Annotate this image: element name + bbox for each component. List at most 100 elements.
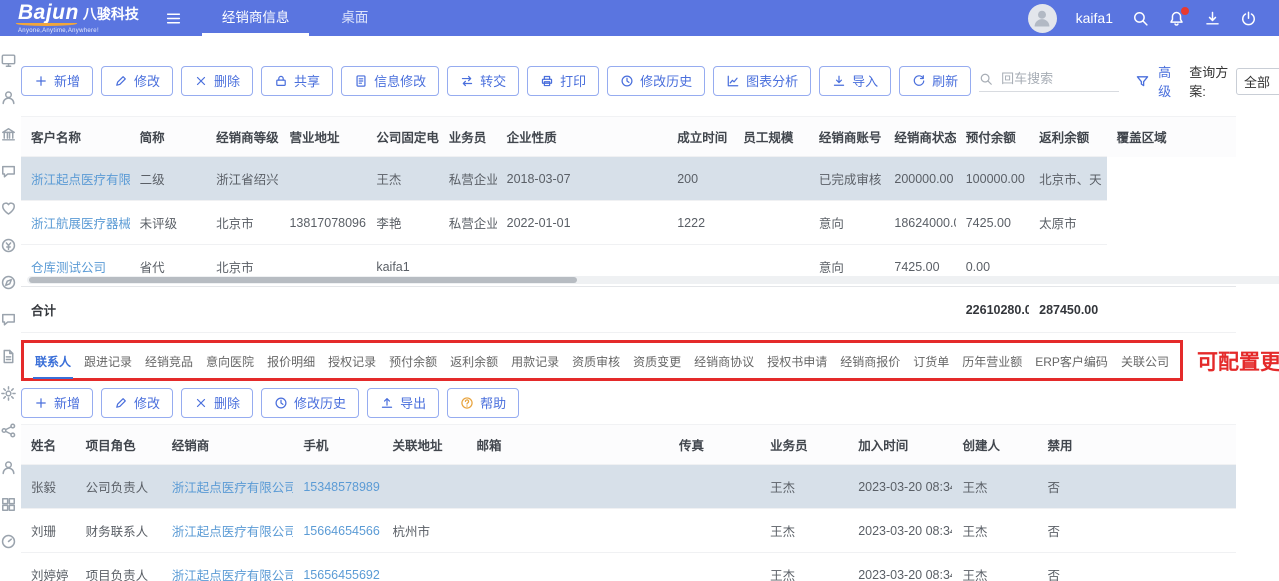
nav-tab-dealer-info[interactable]: 经销商信息: [196, 0, 316, 36]
query-scheme-select[interactable]: 全部: [1236, 68, 1279, 95]
column-header[interactable]: 客户名称: [21, 117, 130, 157]
contact-delete-button[interactable]: 删除: [181, 388, 253, 418]
power-icon[interactable]: [1240, 10, 1257, 27]
import-button[interactable]: 导入: [819, 66, 891, 96]
nav-tab-desktop[interactable]: 桌面: [315, 0, 394, 36]
column-header[interactable]: 经销商状态: [884, 117, 955, 157]
table-row[interactable]: 浙江航展医疗器械有限...未评级北京市13817078096李艳私营企业2022…: [21, 201, 1236, 245]
settings-icon[interactable]: [0, 385, 17, 402]
cell-link[interactable]: 浙江起点医疗有限公司: [31, 173, 130, 187]
cell-link[interactable]: 15348578989: [303, 480, 379, 494]
column-header[interactable]: 企业性质: [497, 117, 668, 157]
search-input[interactable]: [999, 70, 1119, 87]
explore-icon[interactable]: [0, 274, 17, 291]
history-button[interactable]: 修改历史: [607, 66, 705, 96]
detail-tab[interactable]: 关联公司: [1119, 343, 1171, 379]
detail-tab[interactable]: 资质审核: [570, 343, 622, 379]
detail-tab[interactable]: 历年营业额: [960, 343, 1024, 379]
column-header[interactable]: 经销商账号: [809, 117, 884, 157]
document-icon[interactable]: [0, 348, 17, 365]
export-button[interactable]: 导出: [367, 388, 439, 418]
column-header[interactable]: 覆盖区域: [1107, 117, 1236, 157]
column-header[interactable]: 传真: [669, 425, 760, 465]
download-icon[interactable]: [1204, 10, 1221, 27]
detail-tab[interactable]: 授权书申请: [765, 343, 829, 379]
cell-link[interactable]: 15656455692: [303, 568, 379, 581]
cell-link[interactable]: 浙江起点医疗有限公司: [172, 569, 294, 581]
detail-tab[interactable]: 经销商协议: [692, 343, 756, 379]
chart-analysis-button[interactable]: 图表分析: [713, 66, 811, 96]
column-header[interactable]: 创建人: [952, 425, 1037, 465]
message-icon[interactable]: [0, 163, 17, 180]
cell-link[interactable]: 浙江航展医疗器械有限...: [31, 217, 130, 231]
detail-tab[interactable]: 用款记录: [509, 343, 561, 379]
transfer-button[interactable]: 转交: [447, 66, 519, 96]
column-header[interactable]: 邮箱: [466, 425, 669, 465]
column-header[interactable]: 成立时间: [667, 117, 733, 157]
add-button[interactable]: 新增: [21, 66, 93, 96]
detail-tab[interactable]: 预付余额: [387, 343, 439, 379]
dealer-table-hscrollbar[interactable]: [29, 277, 577, 283]
column-header[interactable]: 经销商等级: [206, 117, 279, 157]
detail-tab[interactable]: 联系人: [33, 343, 73, 379]
detail-tab[interactable]: ERP客户编码: [1033, 343, 1110, 379]
refresh-button[interactable]: 刷新: [899, 66, 971, 96]
column-header[interactable]: 姓名: [21, 425, 76, 465]
column-header[interactable]: 员工规模: [733, 117, 808, 157]
column-header[interactable]: 业务员: [439, 117, 497, 157]
user-icon[interactable]: [0, 459, 17, 476]
filter-icon[interactable]: [1135, 74, 1150, 89]
detail-tab[interactable]: 报价明细: [265, 343, 317, 379]
cell-link[interactable]: 浙江起点医疗有限公司: [172, 481, 294, 495]
column-header[interactable]: 关联地址: [382, 425, 466, 465]
share-icon[interactable]: [0, 422, 17, 439]
contact-add-button[interactable]: 新增: [21, 388, 93, 418]
notifications-icon[interactable]: [1168, 10, 1185, 27]
column-header[interactable]: 简称: [130, 117, 207, 157]
column-header[interactable]: 手机: [293, 425, 382, 465]
apps-icon[interactable]: [0, 496, 17, 513]
column-header[interactable]: 营业地址: [279, 117, 366, 157]
column-header[interactable]: 公司固定电话: [366, 117, 438, 157]
detail-tab[interactable]: 订货单: [911, 343, 951, 379]
edit-button[interactable]: 修改: [101, 66, 173, 96]
contacts-icon[interactable]: [0, 89, 17, 106]
detail-tab[interactable]: 经销商报价: [838, 343, 902, 379]
favorites-icon[interactable]: [0, 200, 17, 217]
detail-tab[interactable]: 授权记录: [326, 343, 378, 379]
dashboard-icon[interactable]: [0, 533, 17, 550]
chat-icon[interactable]: [0, 311, 17, 328]
finance-icon[interactable]: [0, 237, 17, 254]
cell-link[interactable]: 仓库测试公司: [31, 261, 106, 275]
contact-history-button[interactable]: 修改历史: [261, 388, 359, 418]
delete-button[interactable]: 删除: [181, 66, 253, 96]
detail-tab[interactable]: 资质变更: [631, 343, 683, 379]
help-button[interactable]: 帮助: [447, 388, 519, 418]
column-header[interactable]: 项目角色: [76, 425, 162, 465]
column-header[interactable]: 加入时间: [848, 425, 952, 465]
desktop-icon[interactable]: [0, 52, 17, 69]
table-row[interactable]: 刘珊财务联系人浙江起点医疗有限公司15664654566杭州市王杰2023-03…: [21, 509, 1236, 553]
detail-tab[interactable]: 意向医院: [204, 343, 256, 379]
column-header[interactable]: 返利余额: [1029, 117, 1107, 157]
table-row[interactable]: 浙江起点医疗有限公司二级浙江省绍兴市王杰私营企业2018-03-07200已完成…: [21, 157, 1236, 201]
avatar[interactable]: [1028, 4, 1057, 33]
share-button[interactable]: 共享: [261, 66, 333, 96]
menu-icon[interactable]: [165, 10, 182, 27]
cell-link[interactable]: 15664654566: [303, 524, 379, 538]
table-row[interactable]: 张毅公司负责人浙江起点医疗有限公司15348578989王杰2023-03-20…: [21, 465, 1236, 509]
detail-tab[interactable]: 跟进记录: [82, 343, 134, 379]
print-button[interactable]: 打印: [527, 66, 599, 96]
cell-link[interactable]: 浙江起点医疗有限公司: [172, 525, 294, 539]
column-header[interactable]: 禁用: [1038, 425, 1236, 465]
column-header[interactable]: 经销商: [162, 425, 294, 465]
detail-tab[interactable]: 经销竞品: [143, 343, 195, 379]
advanced-search-link[interactable]: 高级: [1158, 62, 1177, 100]
info-edit-button[interactable]: 信息修改: [341, 66, 439, 96]
contact-edit-button[interactable]: 修改: [101, 388, 173, 418]
column-header[interactable]: 业务员: [760, 425, 848, 465]
table-row[interactable]: 刘婷婷项目负责人浙江起点医疗有限公司15656455692王杰2023-03-2…: [21, 553, 1236, 581]
business-icon[interactable]: [0, 126, 17, 143]
detail-tab[interactable]: 返利余额: [448, 343, 500, 379]
column-header[interactable]: 预付余额: [956, 117, 1029, 157]
